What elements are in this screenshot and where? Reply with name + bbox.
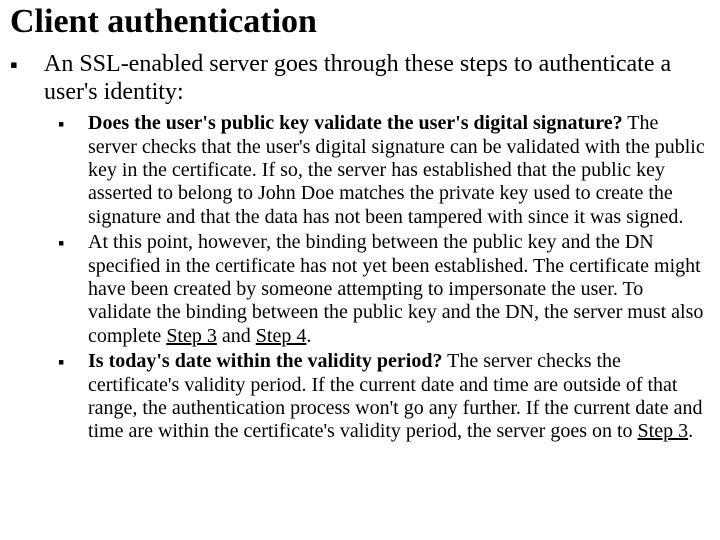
sub-list: ▪ Does the user's public key validate th… xyxy=(58,112,706,443)
sub-item-1-question: Does the user's public key validate the … xyxy=(88,112,623,134)
step-4-link[interactable]: Step 4 xyxy=(256,325,307,347)
square-bullet-icon: ▪ xyxy=(58,112,88,135)
sub-item-2: At this point, however, the binding betw… xyxy=(88,231,706,348)
sub-item-1: Does the user's public key validate the … xyxy=(88,112,706,229)
step-3-link[interactable]: Step 3 xyxy=(166,325,217,347)
step-3-link[interactable]: Step 3 xyxy=(638,420,689,442)
sub-item-3-question: Is today's date within the validity peri… xyxy=(88,350,442,372)
square-bullet-icon: ▪ xyxy=(10,50,44,78)
intro-text: An SSL-enabled server goes through these… xyxy=(44,50,706,107)
sub-item-3: Is today's date within the validity peri… xyxy=(88,350,706,444)
list-item: ▪ At this point, however, the binding be… xyxy=(58,231,706,348)
square-bullet-icon: ▪ xyxy=(58,231,88,254)
slide: Client authentication ▪ An SSL-enabled s… xyxy=(0,0,720,540)
list-item: ▪ An SSL-enabled server goes through the… xyxy=(10,50,706,107)
sub-item-3-post: . xyxy=(688,420,693,442)
list-item: ▪ Is today's date within the validity pe… xyxy=(58,350,706,444)
list-item: ▪ Does the user's public key validate th… xyxy=(58,112,706,229)
square-bullet-icon: ▪ xyxy=(58,350,88,373)
sub-item-2-mid: and xyxy=(217,325,256,347)
sub-item-2-post: . xyxy=(306,325,311,347)
page-title: Client authentication xyxy=(10,4,706,40)
